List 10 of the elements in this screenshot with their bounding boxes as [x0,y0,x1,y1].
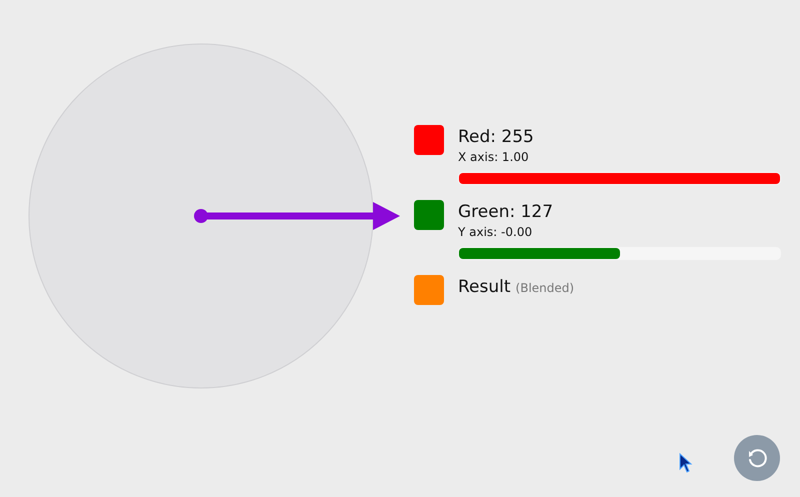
result-label: Result [458,277,511,297]
axis-value: X axis: 1.00 [458,150,530,164]
axis-value: Y axis: -0.00 [458,225,534,239]
result-note: (Blended) [516,281,574,295]
reset-icon [746,447,768,469]
cursor-icon [679,453,693,473]
reset-button[interactable] [734,435,780,481]
vector-arrow[interactable] [194,202,400,230]
channel-value: Green: 127 [458,202,554,222]
channel-value: Red: 255 [458,127,534,147]
